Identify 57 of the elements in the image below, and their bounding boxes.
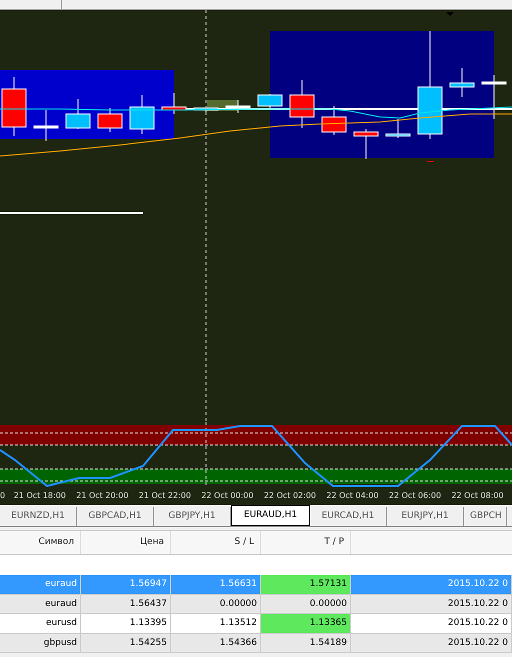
time-label: 22 Oct 02:00 [262, 490, 317, 502]
table-cell: 0.00000 [171, 594, 261, 613]
candle [98, 108, 122, 132]
candle [482, 74, 506, 120]
candle [322, 106, 346, 136]
table-cell: 1.13395 [81, 614, 171, 632]
time-label: 22 Oct 04:00 [325, 490, 380, 502]
time-label: 0 [0, 490, 6, 502]
table-row[interactable]: gbpusd 1.54255 1.54366 1.54189 2015.10.22 0 [0, 634, 512, 653]
table-cell: 2015.10.22 0 [351, 575, 512, 594]
column-header[interactable]: S / L [171, 531, 261, 554]
time-label: 22 Oct 00:00 [200, 490, 254, 502]
time-label: 21 Oct 22:00 [138, 490, 192, 502]
chart-tab[interactable]: EURCAD,H1 [310, 507, 387, 526]
table-cell: gbpusd [0, 634, 81, 652]
candle [34, 110, 58, 142]
table-cell: euraud [0, 575, 81, 594]
table-cell: eurusd [0, 614, 81, 632]
candle [130, 94, 154, 134]
table-cell: 1.54366 [171, 634, 261, 652]
candle [2, 76, 26, 136]
chart-tab[interactable]: EURNZD,H1 [0, 507, 77, 526]
time-label: 22 Oct 06:00 [388, 490, 442, 502]
candle [386, 118, 410, 138]
table-cell: 1.13365 [261, 614, 351, 632]
table-cell: 1.54189 [261, 634, 351, 652]
time-label: 22 Oct 08:00 [450, 490, 505, 502]
candle [162, 92, 186, 114]
candle [66, 98, 90, 130]
table-cell: 2015.10.22 0 [351, 594, 512, 613]
table-row[interactable]: euraud 1.56437 0.00000 0.00000 2015.10.22 0 [0, 594, 512, 614]
column-header[interactable]: Символ [0, 531, 81, 554]
table-cell: 1.54255 [81, 634, 171, 652]
time-label: 21 Oct 20:00 [75, 490, 130, 502]
table-row[interactable]: eurusd 1.13395 1.13512 1.13365 2015.10.22 0 [0, 614, 512, 634]
price-marker [427, 161, 434, 162]
column-header[interactable]: T / P [261, 531, 351, 554]
candle [450, 68, 474, 98]
table-cell: 1.56947 [81, 575, 171, 594]
chart-tab[interactable]: GBPCAD,H1 [77, 507, 154, 526]
table-cell: euraud [0, 594, 81, 613]
table-cell: 1.56437 [81, 594, 171, 613]
shift-marker-icon [446, 12, 454, 16]
time-label: 21 Oct 18:00 [12, 490, 67, 502]
candle [354, 128, 378, 160]
candle [226, 100, 250, 114]
chart-tab[interactable]: EURJPY,H1 [387, 507, 464, 526]
column-header[interactable]: Цена [81, 531, 171, 554]
table-cell: 2015.10.22 0 [351, 634, 512, 652]
candle [290, 80, 314, 128]
chart-tab[interactable]: GBPCH [464, 507, 507, 526]
chart-tab[interactable]: EURAUD,H1 [231, 505, 310, 526]
candle [258, 94, 282, 108]
table-cell: 0.00000 [261, 594, 351, 613]
table-row[interactable]: euraud 1.56947 1.56631 1.57131 2015.10.22 0 [0, 575, 512, 594]
table-cell: 2015.10.22 0 [351, 614, 512, 632]
table-cell: 1.57131 [261, 575, 351, 594]
